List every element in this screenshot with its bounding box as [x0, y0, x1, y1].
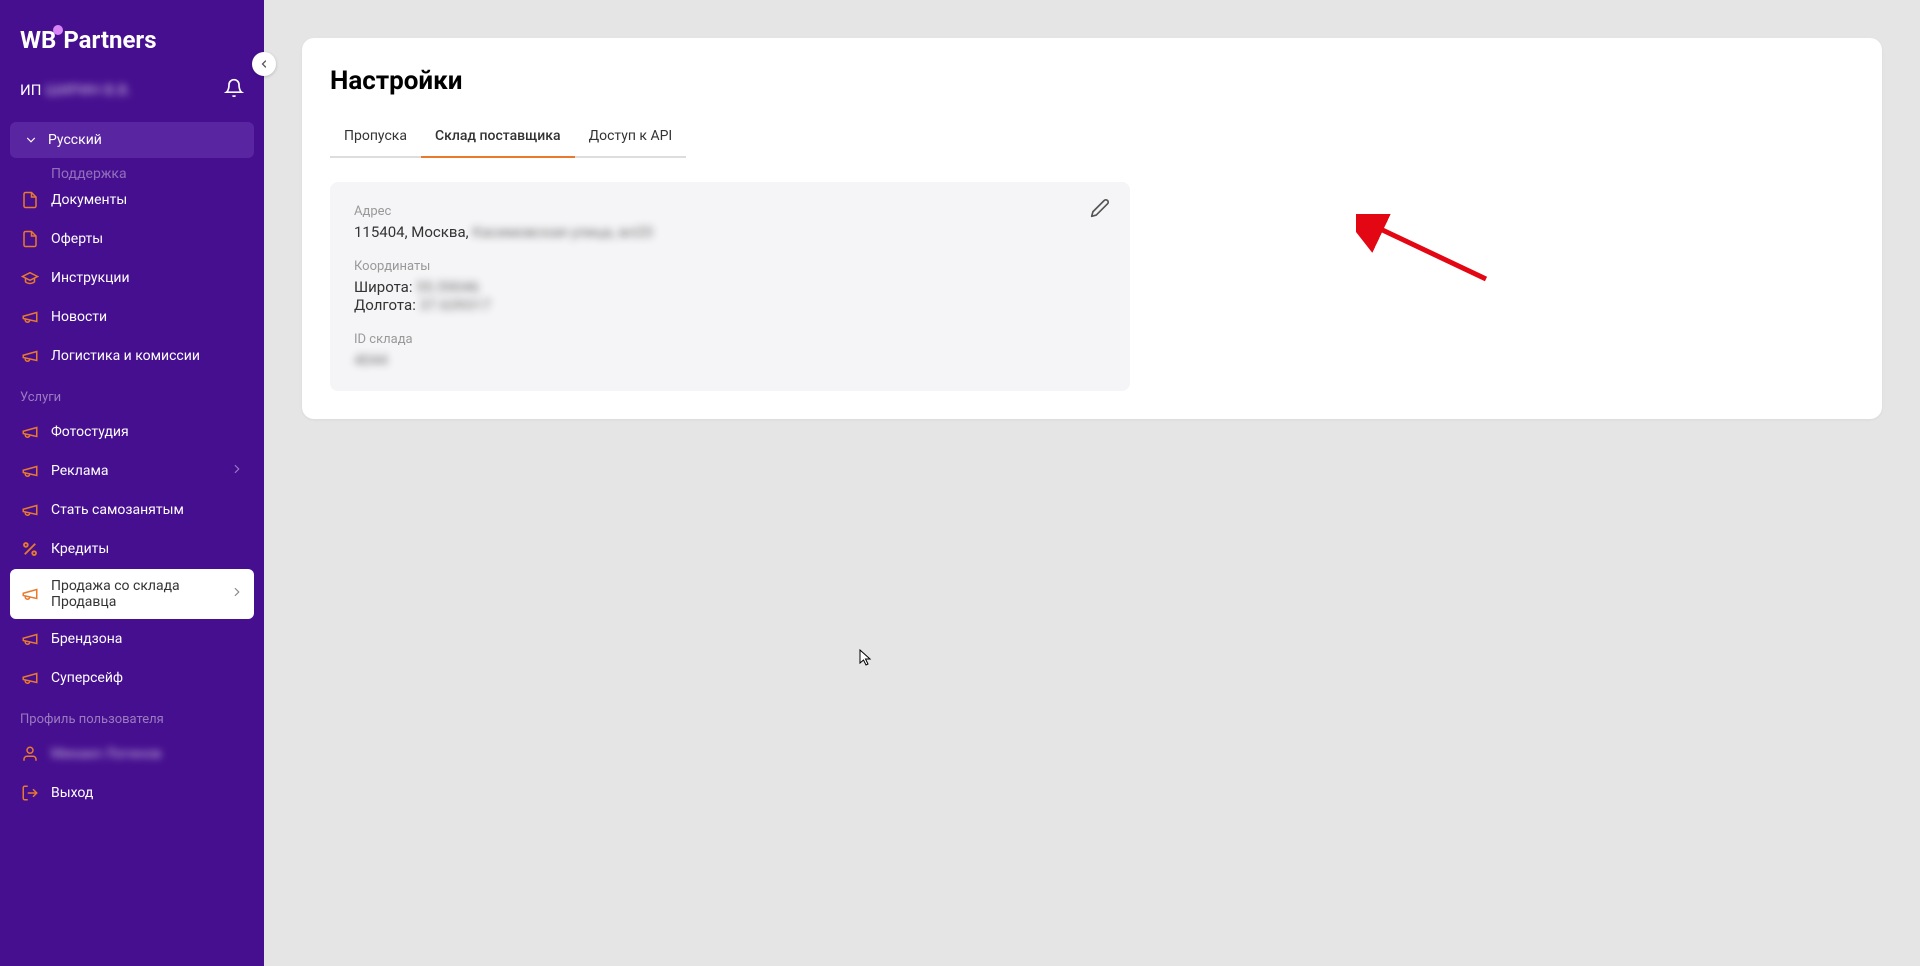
sidebar-item-seller-warehouse[interactable]: Продажа со склада Продавца — [10, 569, 254, 619]
address-value: 115404, Москва, Касимовская улица, вл20 — [354, 223, 1106, 241]
tab-passes[interactable]: Пропуска — [330, 116, 421, 158]
sidebar-item-label: Михаил Логинов — [51, 746, 244, 762]
megaphone-icon — [20, 307, 40, 327]
logout-icon — [20, 783, 40, 803]
chevron-left-icon — [258, 58, 270, 70]
warehouse-id-label: ID склада — [354, 332, 1106, 347]
settings-card: Настройки Пропуска Склад поставщика Дост… — [302, 38, 1882, 419]
logo-dot — [53, 25, 63, 35]
sidebar-item-self-employed[interactable]: Стать самозанятым — [10, 491, 254, 529]
sidebar-item-logout[interactable]: Выход — [10, 774, 254, 812]
language-label: Русский — [48, 132, 102, 148]
collapse-sidebar-button[interactable] — [252, 52, 276, 76]
megaphone-icon — [20, 500, 40, 520]
sidebar-item-label: Продажа со склада Продавца — [51, 578, 230, 610]
sidebar-item-logistics[interactable]: Логистика и комиссии — [10, 337, 254, 375]
sidebar-item-label: Выход — [51, 785, 244, 801]
sidebar-item-instructions[interactable]: Инструкции — [10, 259, 254, 297]
coords-label: Координаты — [354, 259, 1106, 274]
megaphone-icon — [20, 168, 40, 180]
sidebar-item-supersafe[interactable]: Суперсейф — [10, 659, 254, 697]
logo-partners: Partners — [63, 26, 156, 54]
sidebar-item-label: Логистика и комиссии — [51, 348, 244, 364]
sidebar-item-label: Фотостудия — [51, 424, 244, 440]
pencil-icon — [1090, 198, 1110, 218]
main-content: Настройки Пропуска Склад поставщика Дост… — [264, 0, 1920, 966]
sidebar-item-label: Стать самозанятым — [51, 502, 244, 518]
user-row[interactable]: ИП ШИРИН В.В. — [0, 68, 264, 112]
sidebar-item-label: Новости — [51, 309, 244, 325]
sidebar-item-news[interactable]: Новости — [10, 298, 254, 336]
bell-icon[interactable] — [224, 78, 244, 102]
longitude-row: Долгота: 37.639317 — [354, 296, 1106, 314]
section-header-services: Услуги — [10, 376, 254, 413]
sidebar-item-label: Кредиты — [51, 541, 244, 557]
address-label: Адрес — [354, 204, 1106, 219]
sidebar-item-advertising[interactable]: Реклама — [10, 452, 254, 490]
section-header-profile: Профиль пользователя — [10, 698, 254, 735]
chevron-right-icon — [230, 462, 244, 480]
tab-supplier-warehouse[interactable]: Склад поставщика — [421, 116, 575, 158]
sidebar-item-label: Оферты — [51, 231, 244, 247]
chevron-right-icon — [230, 585, 244, 603]
logo: WB Partners — [0, 0, 264, 68]
sidebar-item-cut[interactable]: Поддержка — [10, 168, 254, 180]
sidebar-item-label: Документы — [51, 192, 244, 208]
sidebar-item-label: Инструкции — [51, 270, 244, 286]
document-icon — [20, 229, 40, 249]
megaphone-icon — [20, 422, 40, 442]
nav-list: Поддержка Документы Оферты Инструкции Но — [0, 168, 264, 966]
megaphone-icon — [20, 461, 40, 481]
person-icon — [20, 744, 40, 764]
percent-icon — [20, 539, 40, 559]
sidebar-item-brandzone[interactable]: Брендзона — [10, 620, 254, 658]
megaphone-icon — [20, 346, 40, 366]
megaphone-icon — [20, 584, 40, 604]
sidebar-item-profile-name[interactable]: Михаил Логинов — [10, 735, 254, 773]
sidebar-item-credits[interactable]: Кредиты — [10, 530, 254, 568]
tab-api-access[interactable]: Доступ к API — [575, 116, 687, 158]
user-name: ИП ШИРИН В.В. — [20, 81, 131, 99]
tabs: Пропуска Склад поставщика Доступ к API — [330, 116, 1854, 158]
cursor-icon — [859, 649, 875, 667]
edit-button[interactable] — [1090, 198, 1110, 222]
graduation-icon — [20, 268, 40, 288]
logo-wb: WB — [20, 26, 56, 54]
megaphone-icon — [20, 668, 40, 688]
language-selector[interactable]: Русский — [10, 122, 254, 158]
warehouse-id-value: 4044 — [354, 351, 1106, 369]
sidebar-item-label: Реклама — [51, 463, 230, 479]
sidebar-item-documents[interactable]: Документы — [10, 181, 254, 219]
chevron-down-icon — [24, 133, 38, 147]
sidebar-item-label: Брендзона — [51, 631, 244, 647]
document-icon — [20, 190, 40, 210]
megaphone-icon — [20, 629, 40, 649]
sidebar-item-label: Суперсейф — [51, 670, 244, 686]
latitude-row: Широта: 55.59046 — [354, 278, 1106, 296]
sidebar: WB Partners ИП ШИРИН В.В. Русский Поддер… — [0, 0, 264, 966]
sidebar-item-offers[interactable]: Оферты — [10, 220, 254, 258]
page-title: Настройки — [330, 66, 1854, 96]
sidebar-item-photostudio[interactable]: Фотостудия — [10, 413, 254, 451]
warehouse-info-card: Адрес 115404, Москва, Касимовская улица,… — [330, 182, 1130, 391]
